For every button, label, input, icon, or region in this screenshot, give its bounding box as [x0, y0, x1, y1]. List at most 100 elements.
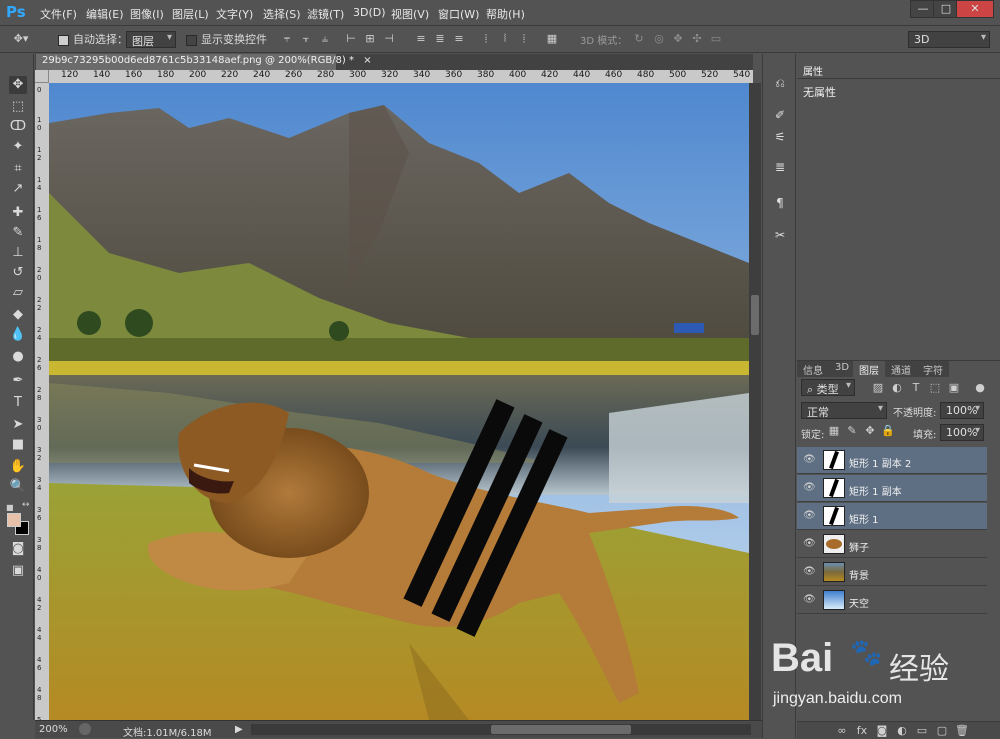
auto-select-target-dropdown[interactable]: 图层: [126, 31, 176, 48]
rectangle-tool-icon[interactable]: ■: [9, 436, 27, 454]
history-brush-tool-icon[interactable]: ↺: [9, 264, 27, 282]
new-layer-icon[interactable]: ▢: [935, 724, 949, 738]
menu-file[interactable]: 文件(F): [40, 6, 77, 22]
tab-info[interactable]: 信息: [797, 361, 829, 377]
blend-mode-dropdown[interactable]: 正常: [801, 402, 887, 419]
zoom-tool-icon[interactable]: 🔍: [9, 478, 27, 496]
opacity-input[interactable]: 100%: [940, 402, 984, 419]
path-selection-tool-icon[interactable]: ➤: [9, 416, 27, 434]
vertical-scrollbar[interactable]: [749, 83, 761, 720]
layer-row[interactable]: 👁 矩形 1 副本: [797, 475, 987, 502]
lock-transparent-icon[interactable]: ▦: [827, 424, 841, 438]
tab-layers[interactable]: 图层: [853, 361, 885, 377]
adjustment-icon[interactable]: ◐: [895, 724, 909, 738]
eye-icon[interactable]: 👁: [803, 539, 816, 549]
filter-smart-object-icon[interactable]: ▣: [947, 381, 961, 395]
menu-view[interactable]: 视图(V): [391, 6, 429, 22]
lasso-tool-icon[interactable]: ↀ: [9, 118, 27, 136]
marquee-tool-icon[interactable]: ⬚: [9, 98, 27, 116]
type-tool-icon[interactable]: T: [9, 394, 27, 412]
align-right-icon[interactable]: ⊣: [382, 33, 396, 46]
align-bottom-icon[interactable]: ⫨: [318, 33, 332, 46]
auto-select-checkbox[interactable]: 自动选择：: [58, 31, 128, 47]
brush-tool-icon[interactable]: ✎: [9, 224, 27, 242]
menu-window[interactable]: 窗口(W): [438, 6, 479, 22]
close-tab-icon[interactable]: ×: [363, 55, 371, 66]
layer-row[interactable]: 👁 矩形 1: [797, 503, 987, 530]
auto-align-icon[interactable]: ▦: [545, 33, 559, 46]
clone-stamp-tool-icon[interactable]: ⊥: [9, 244, 27, 262]
crop-tool-icon[interactable]: ⌗: [9, 160, 27, 178]
paragraph-style-icon[interactable]: ≣: [771, 158, 789, 176]
adjust-panel-icon[interactable]: ⚟: [771, 128, 789, 146]
distribute-left-icon[interactable]: ⦙: [479, 33, 493, 46]
3d-slide-icon[interactable]: ✣: [690, 33, 704, 46]
menu-help[interactable]: 帮助(H): [486, 6, 525, 22]
menu-filter[interactable]: 滤镜(T): [307, 6, 344, 22]
vertical-scroll-thumb[interactable]: [751, 295, 759, 335]
fx-icon[interactable]: fx: [855, 724, 869, 738]
filter-adjustment-icon[interactable]: ◐: [890, 381, 904, 395]
mask-icon[interactable]: ◙: [875, 724, 889, 738]
distribute-right-icon[interactable]: ⦙: [517, 33, 531, 46]
hand-tool-icon[interactable]: ✋: [9, 458, 27, 476]
tab-properties[interactable]: 属性: [797, 62, 829, 78]
layer-row[interactable]: 👁 狮子: [797, 531, 987, 558]
move-tool-preset-icon[interactable]: ✥▾: [6, 33, 36, 46]
align-vcenter-icon[interactable]: ⫟: [299, 33, 313, 46]
menu-select[interactable]: 选择(S): [263, 6, 301, 22]
layer-filter-dropdown[interactable]: ⌕ 类型: [801, 379, 855, 396]
tab-channels[interactable]: 通道: [885, 361, 917, 377]
eye-icon[interactable]: 👁: [803, 595, 816, 605]
3d-pan-icon[interactable]: ✥: [671, 33, 685, 46]
eye-icon[interactable]: 👁: [803, 455, 816, 465]
layer-row[interactable]: 👁 背景: [797, 559, 987, 586]
foreground-color-swatch[interactable]: [7, 513, 21, 527]
lock-image-icon[interactable]: ✎: [845, 424, 859, 438]
link-icon[interactable]: ∞: [835, 724, 849, 738]
show-transform-checkbox[interactable]: 显示变换控件: [186, 31, 267, 47]
paragraph-icon[interactable]: ¶: [771, 194, 789, 212]
menu-edit[interactable]: 编辑(E): [86, 6, 124, 22]
canvas[interactable]: [49, 83, 749, 720]
dodge-tool-icon[interactable]: ●: [9, 348, 27, 366]
blur-tool-icon[interactable]: 💧: [9, 326, 27, 344]
layer-row[interactable]: 👁 矩形 1 副本 2: [797, 447, 987, 474]
eye-icon[interactable]: 👁: [803, 483, 816, 493]
menu-3d[interactable]: 3D(D): [353, 6, 386, 19]
menu-image[interactable]: 图像(I): [130, 6, 164, 22]
history-panel-icon[interactable]: ⎌: [771, 74, 789, 92]
align-left-icon[interactable]: ⊢: [344, 33, 358, 46]
eye-icon[interactable]: 👁: [803, 511, 816, 521]
screen-mode-icon[interactable]: ▣: [9, 562, 27, 580]
lock-all-icon[interactable]: 🔒: [881, 424, 895, 438]
align-top-icon[interactable]: ⫧: [280, 33, 294, 46]
align-hcenter-icon[interactable]: ⊞: [363, 33, 377, 46]
distribute-bottom-icon[interactable]: ≡: [452, 33, 466, 46]
workspace-dropdown[interactable]: 3D: [908, 31, 990, 48]
folder-icon[interactable]: ▭: [915, 724, 929, 738]
quick-mask-icon[interactable]: ◙: [9, 540, 27, 558]
lock-position-icon[interactable]: ✥: [863, 424, 877, 438]
distribute-vcenter-icon[interactable]: ≣: [433, 33, 447, 46]
tab-character[interactable]: 字符: [917, 361, 949, 377]
status-menu-arrow[interactable]: ▶: [235, 724, 243, 735]
horizontal-scrollbar[interactable]: [251, 724, 751, 735]
close-window-button[interactable]: ✕: [956, 0, 994, 18]
eraser-tool-icon[interactable]: ▱: [9, 284, 27, 302]
eye-icon[interactable]: 👁: [803, 567, 816, 577]
eyedropper-tool-icon[interactable]: ↗: [9, 180, 27, 198]
swap-colors-icon[interactable]: ↔: [22, 500, 32, 510]
ruler-origin[interactable]: [35, 70, 49, 83]
document-tab[interactable]: 29b9c73295b00d6ed8761c5b33148aef.png @ 2…: [36, 54, 372, 70]
3d-scale-icon[interactable]: ▭: [709, 33, 723, 46]
filter-pixel-icon[interactable]: ▨: [871, 381, 885, 395]
trash-icon[interactable]: 🗑: [955, 724, 969, 738]
pen-tool-icon[interactable]: ✒: [9, 372, 27, 390]
fill-input[interactable]: 100%: [940, 424, 984, 441]
layer-row[interactable]: 👁 天空: [797, 587, 987, 614]
menu-type[interactable]: 文字(Y): [216, 6, 253, 22]
filter-toggle-icon[interactable]: ●: [973, 381, 987, 395]
paint-bucket-tool-icon[interactable]: ◆: [9, 306, 27, 324]
menu-layer[interactable]: 图层(L): [172, 6, 209, 22]
